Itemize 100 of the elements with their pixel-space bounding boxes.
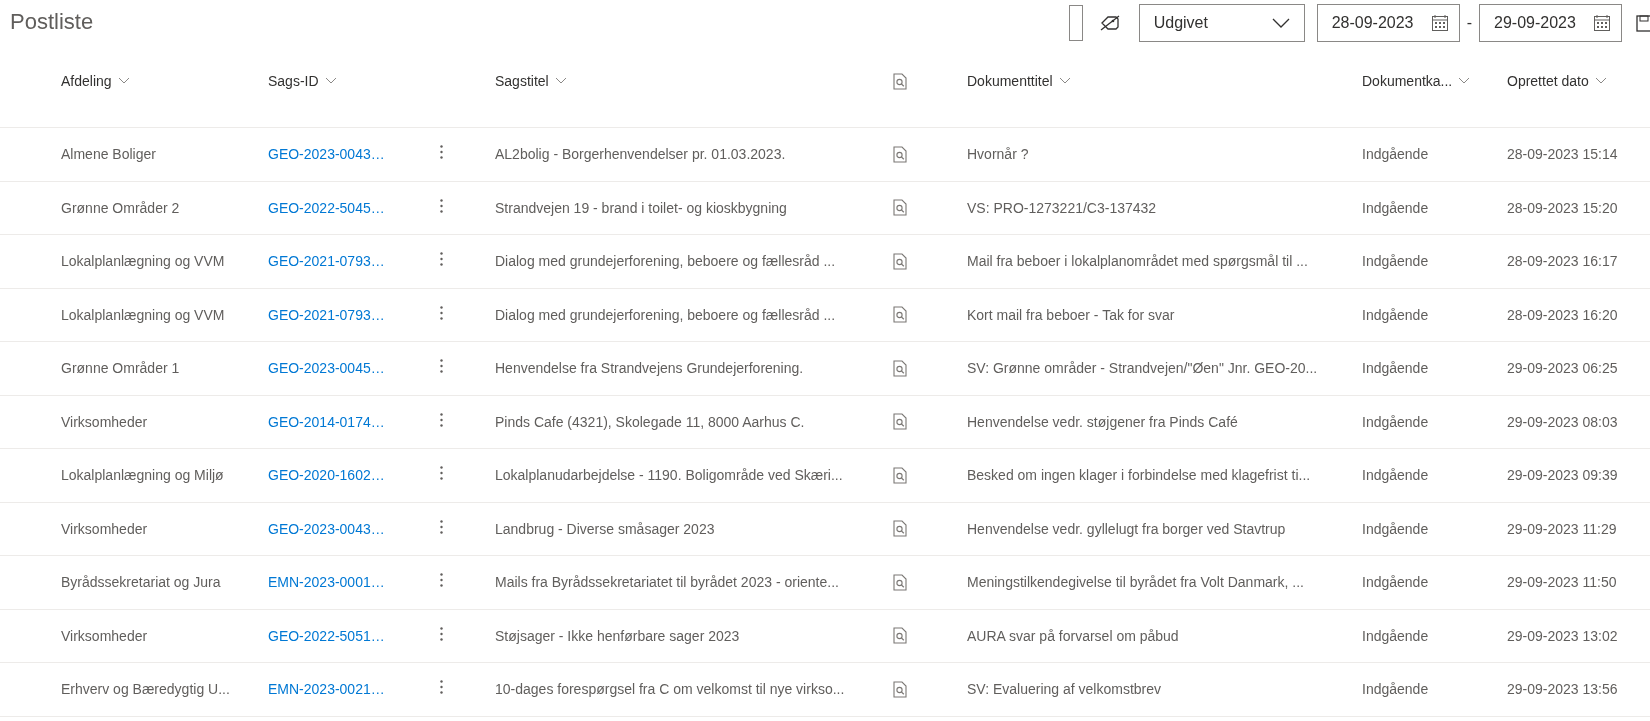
document-category-cell-text: Indgående bbox=[1362, 146, 1430, 163]
document-search-icon[interactable] bbox=[893, 306, 907, 324]
document-category-cell-text: Indgående bbox=[1362, 467, 1430, 484]
date-from-field[interactable]: 28-09-2023 bbox=[1316, 4, 1460, 42]
document-search-icon[interactable] bbox=[893, 520, 907, 538]
created-date-cell-text: 28-09-2023 15:14 bbox=[1507, 146, 1619, 163]
more-vertical-icon bbox=[440, 519, 443, 534]
column-header[interactable]: Oprettet dato bbox=[1507, 73, 1650, 89]
created-date-cell-text: 28-09-2023 15:20 bbox=[1507, 199, 1619, 216]
status-dropdown[interactable]: Udgivet bbox=[1138, 4, 1305, 42]
calendar-icon[interactable] bbox=[1593, 14, 1611, 32]
case-id-link[interactable]: GEO-2023-0043… bbox=[268, 520, 426, 537]
document-category-cell-text: Indgående bbox=[1362, 253, 1430, 270]
document-title-cell-text: Henvendelse vedr. støjgener fra Pinds Café bbox=[967, 413, 1239, 430]
department-cell-text: Lokalplanlægning og VVM bbox=[61, 253, 226, 270]
date-separator: - bbox=[1466, 14, 1472, 32]
narrow-input-field[interactable] bbox=[1068, 5, 1083, 41]
page-title: Postliste bbox=[10, 9, 95, 35]
column-header[interactable]: Sags-ID bbox=[268, 73, 426, 89]
more-vertical-icon bbox=[440, 252, 443, 267]
document-title-cell-text: SV: Grønne områder - Strandvejen/"Øen" Jnr. GEO-20... bbox=[967, 360, 1319, 377]
department-cell-text: Grønne Områder 2 bbox=[61, 199, 181, 216]
calendar-icon[interactable] bbox=[1430, 14, 1449, 32]
case-id-link[interactable]: EMN-2023-0001… bbox=[268, 574, 426, 591]
sort-chevron-icon bbox=[554, 77, 567, 85]
column-header[interactable]: Dokumentka... bbox=[1362, 73, 1507, 89]
created-date-cell-text: 29-09-2023 08:03 bbox=[1507, 413, 1619, 430]
document-category-cell-text: Indgående bbox=[1362, 413, 1430, 430]
tag-off-icon[interactable] bbox=[1098, 14, 1121, 32]
case-title-cell-text: Dialog med grundejerforening, beboere og fællesråd ... bbox=[495, 253, 837, 270]
created-date-cell-text: 29-09-2023 11:50 bbox=[1507, 574, 1618, 591]
case-id-link[interactable]: GEO-2022-5051… bbox=[268, 627, 426, 644]
document-category-cell-text: Indgående bbox=[1362, 681, 1430, 698]
more-vertical-icon bbox=[440, 466, 443, 481]
document-title-cell-text: Hvornår ? bbox=[967, 146, 1030, 163]
save-icon[interactable] bbox=[1636, 14, 1650, 32]
created-date-cell-text: 29-09-2023 06:25 bbox=[1507, 360, 1619, 377]
column-header[interactable]: Afdeling bbox=[61, 73, 268, 89]
document-category-cell-text: Indgående bbox=[1362, 360, 1430, 377]
case-title-cell-text: AL2bolig - Borgerhenvendelser pr. 01.03.2023. bbox=[495, 146, 787, 163]
document-search-icon[interactable] bbox=[893, 627, 907, 645]
document-category-cell-text: Indgående bbox=[1362, 199, 1430, 216]
document-search-icon[interactable] bbox=[893, 413, 907, 431]
created-date-cell-text: 28-09-2023 16:20 bbox=[1507, 306, 1619, 323]
document-title-cell-text: Meningstilkendegivelse til byrådet fra Volt Danmark, ... bbox=[967, 574, 1305, 591]
document-search-icon[interactable] bbox=[893, 252, 907, 270]
case-id-link[interactable]: GEO-2023-0043… bbox=[268, 146, 426, 163]
sort-chevron-icon bbox=[1594, 77, 1607, 85]
column-header[interactable]: Dokumenttitel bbox=[967, 73, 1362, 89]
department-cell-text: Byrådssekretariat og Jura bbox=[61, 574, 222, 591]
chevron-down-icon bbox=[1271, 18, 1290, 28]
case-id-link[interactable]: GEO-2023-0045… bbox=[268, 360, 426, 377]
case-id-link[interactable]: GEO-2014-0174… bbox=[268, 413, 426, 430]
sort-chevron-icon bbox=[324, 77, 337, 85]
sort-chevron-icon bbox=[1458, 77, 1471, 85]
document-search-icon[interactable] bbox=[893, 72, 907, 90]
date-to-field[interactable]: 29-09-2023 bbox=[1479, 4, 1622, 42]
department-cell-text: Lokalplanlægning og VVM bbox=[61, 306, 226, 323]
document-title-cell-text: VS: PRO-1273221/C3-137432 bbox=[967, 199, 1158, 216]
more-vertical-icon bbox=[440, 305, 443, 320]
case-title-cell-text: Støjsager - Ikke henførbare sager 2023 bbox=[495, 627, 741, 644]
case-id-link[interactable]: GEO-2022-5045… bbox=[268, 199, 426, 216]
more-vertical-icon bbox=[440, 359, 443, 374]
department-cell-text: Virksomheder bbox=[61, 413, 149, 430]
more-vertical-icon bbox=[440, 626, 443, 641]
case-id-link[interactable]: GEO-2021-0793… bbox=[268, 306, 426, 323]
document-category-cell-text: Indgående bbox=[1362, 627, 1430, 644]
document-category-cell-text: Indgående bbox=[1362, 306, 1430, 323]
document-title-cell-text: SV: Evaluering af velkomstbrev bbox=[967, 681, 1162, 698]
document-title-cell-text: AURA svar på forvarsel om påbud bbox=[967, 627, 1180, 644]
document-search-icon[interactable] bbox=[893, 466, 907, 484]
column-header[interactable]: Sagstitel bbox=[495, 73, 893, 89]
more-vertical-icon bbox=[440, 198, 443, 213]
case-title-cell-text: Dialog med grundejerforening, beboere og fællesråd ... bbox=[495, 306, 837, 323]
document-title-cell-text: Kort mail fra beboer - Tak for svar bbox=[967, 306, 1176, 323]
document-search-icon[interactable] bbox=[893, 145, 907, 163]
case-title-cell-text: Landbrug - Diverse småsager 2023 bbox=[495, 520, 716, 537]
case-id-link[interactable]: GEO-2020-1602… bbox=[268, 467, 426, 484]
department-cell-text: Almene Boliger bbox=[61, 146, 157, 163]
case-title-cell-text: Mails fra Byrådssekretariatet til byrådet 2023 - oriente... bbox=[495, 574, 840, 591]
department-cell-text: Erhverv og Bæredygtig U... bbox=[61, 681, 231, 698]
more-vertical-icon bbox=[440, 145, 443, 160]
case-id-link[interactable]: GEO-2021-0793… bbox=[268, 253, 426, 270]
document-search-icon[interactable] bbox=[893, 199, 907, 217]
document-title-cell-text: Mail fra beboer i lokalplanområdet med spørgsmål til ... bbox=[967, 253, 1309, 270]
created-date-cell-text: 29-09-2023 13:02 bbox=[1507, 627, 1619, 644]
department-cell-text: Grønne Områder 1 bbox=[61, 360, 181, 377]
document-title-cell-text: Besked om ingen klager i forbindelse med klagefrist ti... bbox=[967, 467, 1312, 484]
case-id-link[interactable]: EMN-2023-0021… bbox=[268, 681, 426, 698]
created-date-cell-text: 28-09-2023 16:17 bbox=[1507, 253, 1619, 270]
document-search-icon[interactable] bbox=[893, 359, 907, 377]
case-title-cell-text: Pinds Cafe (4321), Skolegade 11, 8000 Aarhus C. bbox=[495, 413, 806, 430]
sort-chevron-icon bbox=[117, 77, 130, 85]
case-title-cell-text: Henvendelse fra Strandvejens Grundejerforening. bbox=[495, 360, 805, 377]
created-date-cell-text: 29-09-2023 11:29 bbox=[1507, 520, 1618, 537]
created-date-cell-text: 29-09-2023 09:39 bbox=[1507, 467, 1619, 484]
more-vertical-icon bbox=[440, 680, 443, 695]
document-search-icon[interactable] bbox=[893, 573, 907, 591]
document-search-icon[interactable] bbox=[893, 680, 907, 698]
document-title-cell-text: Henvendelse vedr. gyllelugt fra borger ved Stavtrup bbox=[967, 520, 1287, 537]
